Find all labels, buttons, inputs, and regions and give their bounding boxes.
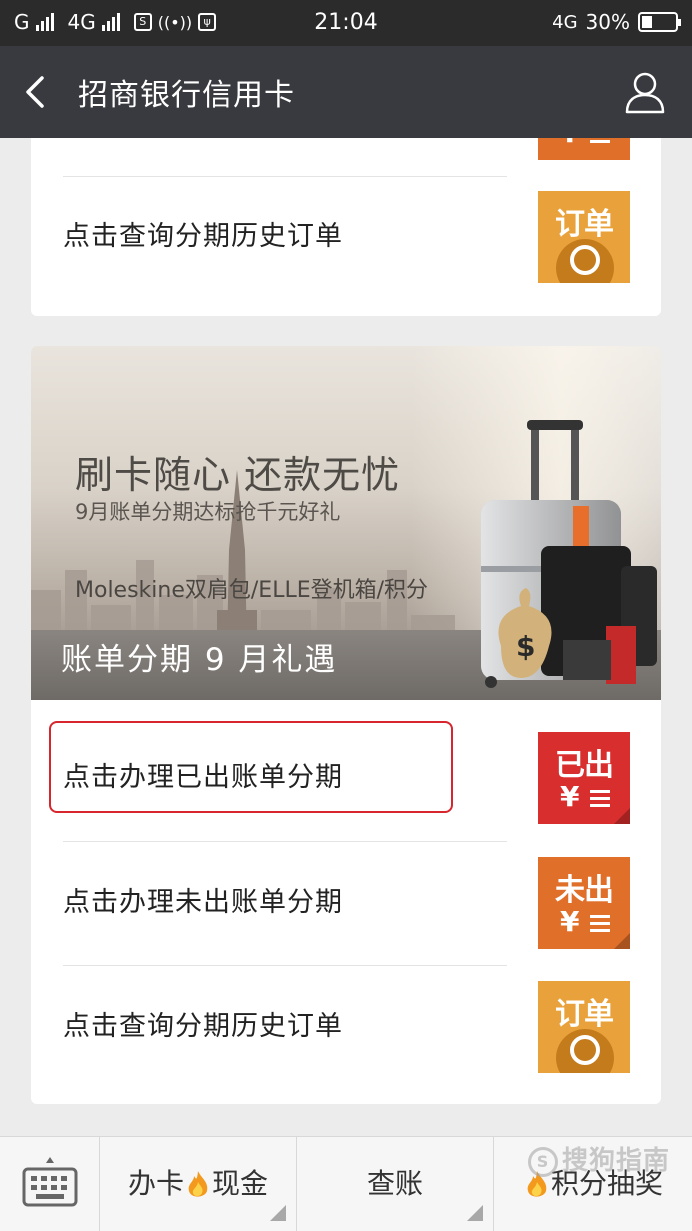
yen-icon: ¥ [560,780,580,813]
battery-fill [642,16,652,28]
yen-icon: ¥ [560,905,580,938]
search-circle-icon [556,1029,614,1073]
row-label: 点击办理未出账单分期 [63,887,343,918]
keyboard-toggle-button[interactable] [0,1137,100,1231]
banner-tag: 账单分期 9 月礼遇 [61,642,338,678]
watermark-text: 搜狗指南 [561,1146,670,1176]
user-profile-icon[interactable] [624,70,666,114]
unbilled-tile-icon: 未出 ¥ [538,857,630,949]
svg-text:$: $ [516,630,535,663]
banner-subtitle: 9月账单分期达标抢千元好礼 [75,500,341,524]
tile-label: 未出 [555,873,614,908]
highlight-box [49,721,453,813]
search-circle-icon [556,239,614,283]
row-label: 点击查询分期历史订单 [63,221,343,252]
lines-icon [590,138,610,147]
row-label: 点击查询分期历史订单 [63,1011,343,1042]
submenu-indicator [270,1205,286,1221]
yen-icon: ¥ [560,138,579,149]
query-history-row[interactable]: 点击查询分期历史订单 订单 [31,965,661,1089]
tab-label-a: 办卡 [127,1167,184,1200]
status-bar: G 4G S ((•)) ψ 21:04 4G 30% [0,0,692,46]
unbilled-installment-row[interactable]: 点击办理未出账单分期 未出 ¥ [31,841,661,965]
tab-check-bill[interactable]: 查账 [297,1137,494,1231]
network-right-label: 4G [552,11,578,33]
watermark: S 搜狗指南 [527,1140,670,1177]
back-arrow-icon[interactable] [20,74,56,110]
tile-label: 订单 [555,997,614,1032]
promo-banner[interactable]: $ 刷卡随心 还款无忧 9月账单分期达标抢千元好礼 Moleskine双肩包/E… [31,346,661,700]
page-title: 招商银行信用卡 [78,78,295,113]
sogou-logo-icon: S [527,1146,558,1177]
fire-icon [188,1171,208,1197]
battery-percent: 30% [585,10,630,34]
tile-fold [614,933,630,949]
billed-tile-icon: 已出 ¥ [538,732,630,824]
banner-title: 刷卡随心 还款无忧 [75,453,401,497]
submenu-indicator [467,1205,483,1221]
query-history-row-top[interactable]: 点击查询分期历史订单 订单 [31,175,661,299]
order-tile-icon: 订单 [538,981,630,1073]
battery-icon [638,12,681,32]
tile-fold [614,808,630,824]
lines-icon [590,915,610,936]
banner-items: Moleskine双肩包/ELLE登机箱/积分 [75,578,429,603]
tab-label: 查账 [366,1167,423,1200]
tile-label: 已出 [555,748,614,783]
tab-label-b: 现金 [212,1167,269,1200]
status-right: 4G 30% [552,10,681,34]
nav-bar: 招商银行信用卡 [0,46,692,138]
installment-card-main: $ 刷卡随心 还款无忧 9月账单分期达标抢千元好礼 Moleskine双肩包/E… [31,346,661,1104]
tile-partial: ¥ [538,138,630,160]
lines-icon [590,790,610,811]
keyboard-icon [22,1157,78,1207]
order-tile-icon: 订单 [538,191,630,283]
tile-label: 订单 [555,207,614,242]
luggage-products-image: $ [481,420,657,688]
installment-card-top: ¥ 点击查询分期历史订单 订单 [31,138,661,316]
tab-apply-card-cash[interactable]: 办卡 现金 [100,1137,297,1231]
